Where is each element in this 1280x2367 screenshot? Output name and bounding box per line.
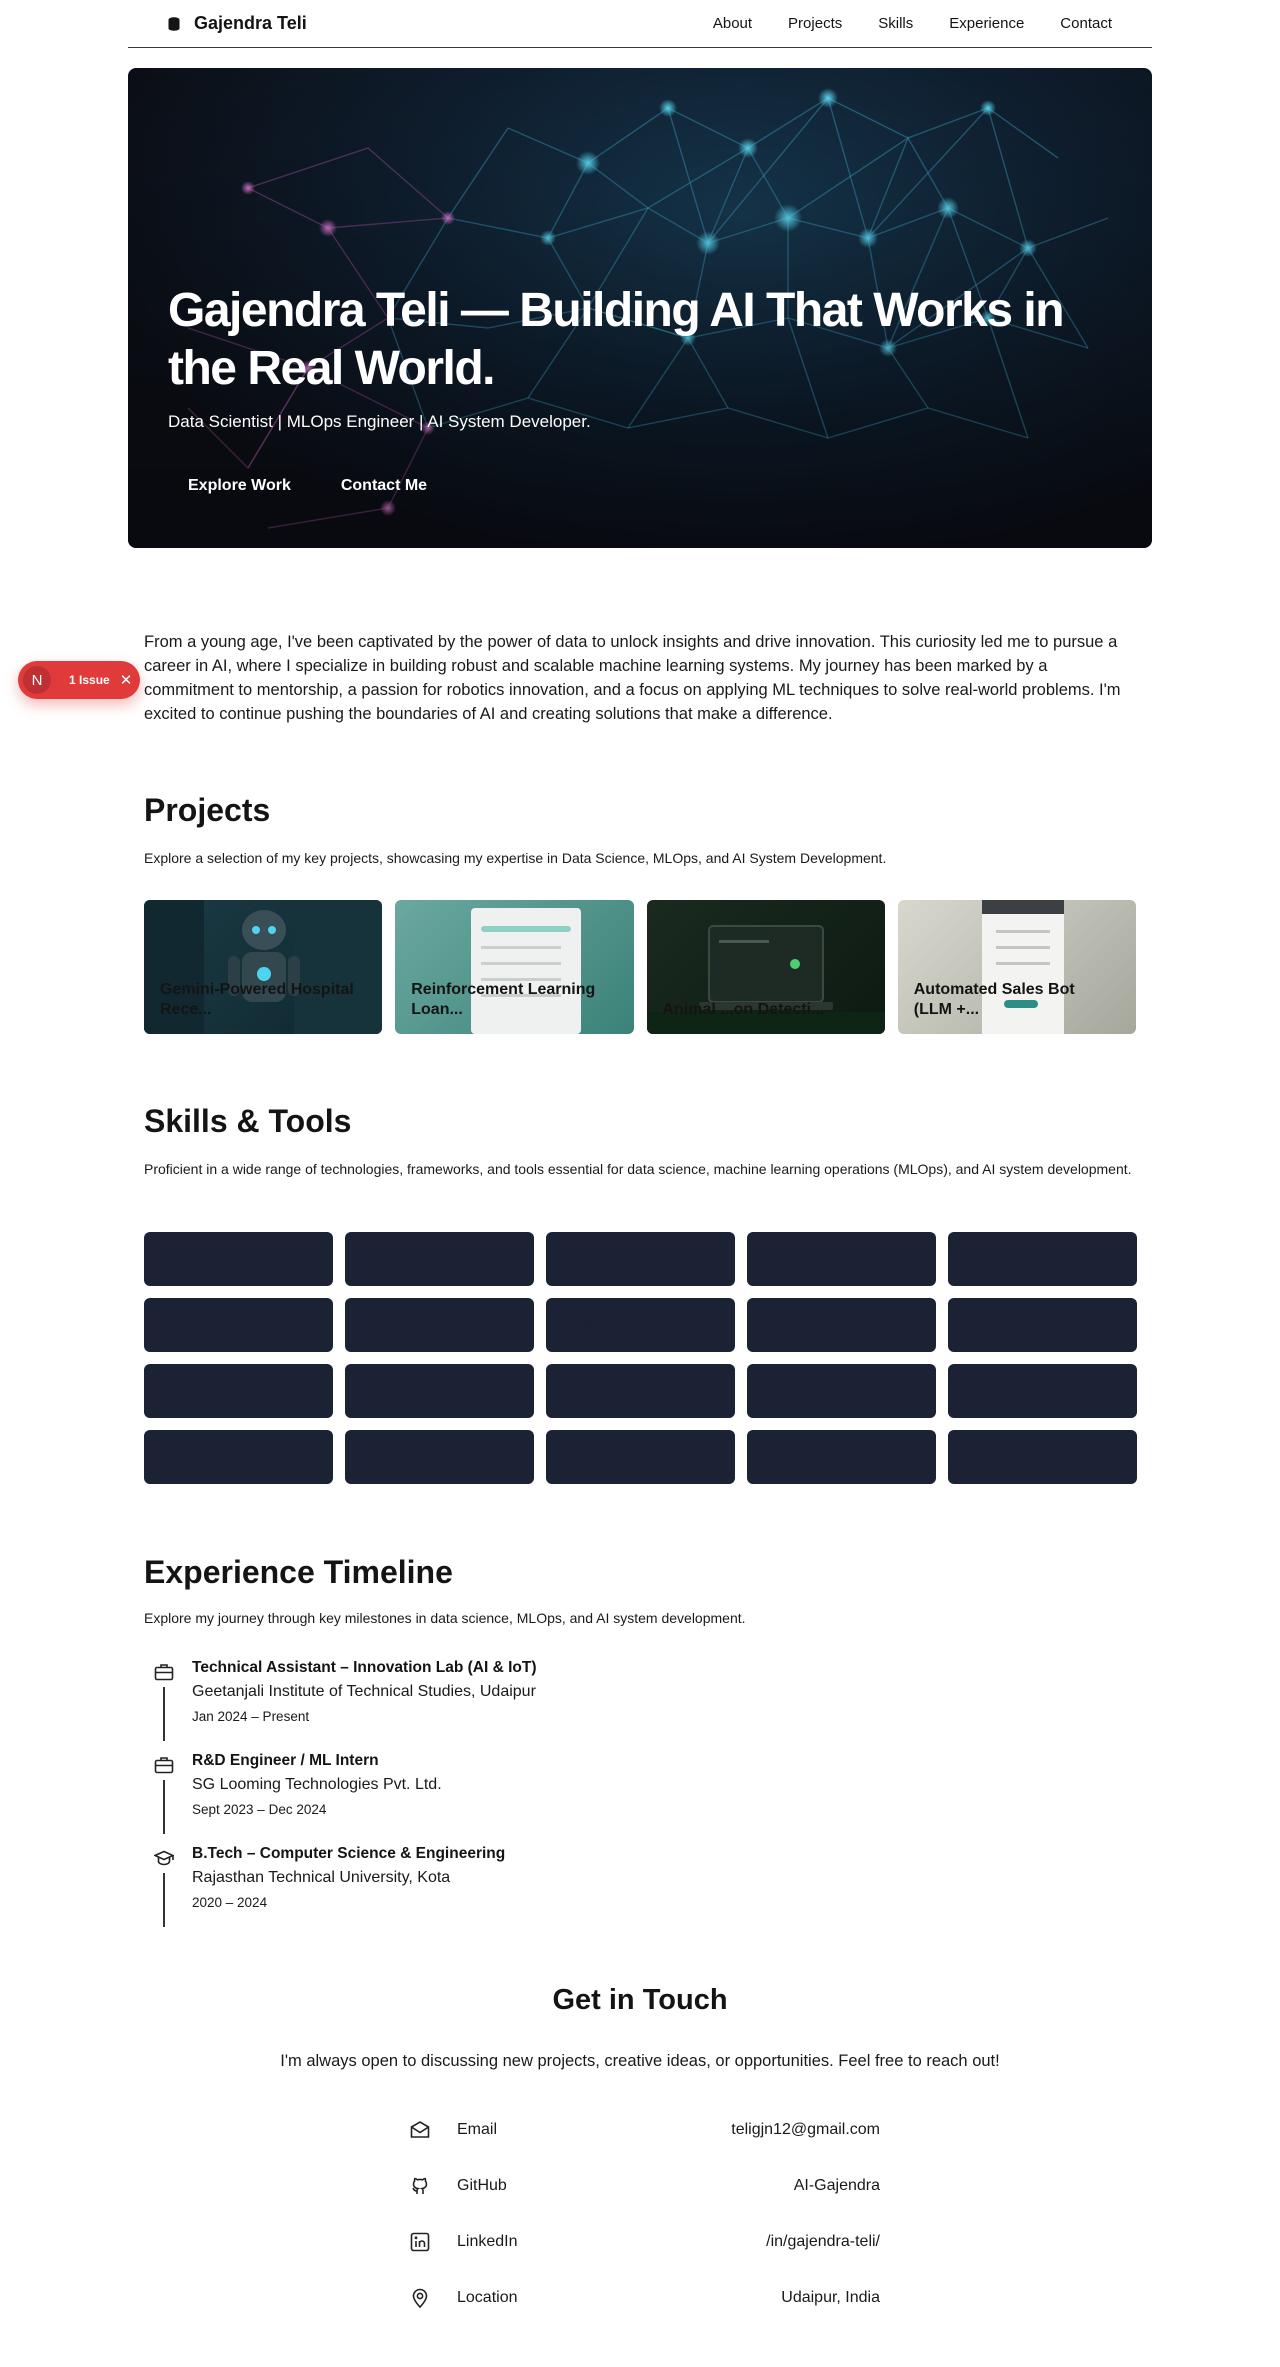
skill-chip: Slack [546, 1430, 735, 1484]
skill-chip: TensorFlow [747, 1232, 936, 1286]
briefcase-icon [154, 1664, 174, 1681]
nav-experience[interactable]: Experience [949, 15, 1024, 32]
timeline-role: B.Tech – Computer Science & Engineering [192, 1845, 506, 1862]
contact-value: Udaipur, India [781, 2289, 880, 2306]
skill-chip: MongoDB [144, 1364, 333, 1418]
timeline-organization: SG Looming Technologies Pvt. Ltd. [192, 1776, 442, 1793]
nav-contact[interactable]: Contact [1060, 15, 1112, 32]
timeline-organization: Rajasthan Technical University, Kota [192, 1869, 451, 1886]
contact-value[interactable]: AI-Gajendra [794, 2177, 880, 2195]
skill-chip: Azure [747, 1364, 936, 1418]
skills-heading: Skills & Tools [144, 1103, 352, 1139]
timeline-organization: Geetanjali Institute of Technical Studie… [192, 1683, 536, 1700]
project-title: Reinforcement Learning Loan... [411, 981, 596, 1018]
skill-chip: AWS [345, 1364, 534, 1418]
map-pin-icon [412, 2288, 428, 2309]
database-icon [168, 16, 180, 31]
nav-about[interactable]: About [713, 15, 752, 32]
project-title: Animal ...on Detecti... [662, 1001, 825, 1018]
skill-chip: FastAPI [747, 1298, 936, 1352]
issue-avatar: N [23, 666, 51, 694]
linkedin-icon [410, 2232, 430, 2252]
contact-row-github[interactable]: GitHub AI-Gajendra [405, 2166, 880, 2206]
timeline-item: B.Tech – Computer Science & Engineering … [144, 1845, 744, 1935]
timeline-role: R&D Engineer / ML Intern [192, 1752, 379, 1769]
timeline-connector [163, 1780, 165, 1834]
skill-chip: PostgreSQL [948, 1298, 1137, 1352]
nav-projects[interactable]: Projects [788, 15, 842, 32]
contact-label: Location [457, 2289, 518, 2306]
brand[interactable]: Gajendra Teli [128, 13, 307, 34]
explore-work-button[interactable]: Explore Work [168, 466, 311, 506]
skill-chip: Jupyter [948, 1430, 1137, 1484]
timeline-connector [163, 1687, 165, 1741]
hero-banner: Gajendra Teli — Building AI That Works i… [128, 68, 1152, 548]
hero-subtitle: Data Scientist | MLOps Engineer | AI Sys… [168, 412, 591, 431]
skill-chip: Docker [546, 1232, 735, 1286]
contact-row-location: Location Udaipur, India [405, 2278, 880, 2318]
projects-heading: Projects [144, 792, 271, 828]
contact-label: Email [457, 2121, 498, 2138]
contact-value[interactable]: teligjn12@gmail.com [731, 2121, 880, 2139]
timeline-date: Jan 2024 – Present [192, 1709, 310, 1724]
timeline-role: Technical Assistant – Innovation Lab (AI… [192, 1659, 537, 1676]
main-nav: About Projects Skills Experience Contact [713, 15, 1152, 32]
skill-chip: VS Code [747, 1430, 936, 1484]
timeline-connector [163, 1873, 165, 1927]
skill-chip: Python [144, 1232, 333, 1286]
contact-label: GitHub [457, 2177, 507, 2194]
graduation-cap-icon [154, 1850, 174, 1866]
github-icon [412, 2177, 428, 2194]
skill-chip: MLflow [546, 1298, 735, 1352]
nav-skills[interactable]: Skills [878, 15, 913, 32]
skill-chip: Git [948, 1364, 1137, 1418]
site-header: Gajendra Teli About Projects Skills Expe… [128, 0, 1152, 48]
skill-chip: n8n [948, 1232, 1137, 1286]
skill-chip: Jira [144, 1430, 333, 1484]
issue-badge[interactable]: N 1 Issue ✕ [18, 661, 140, 699]
hero-actions: Explore Work Contact Me [168, 466, 447, 506]
project-card[interactable]: Gemini-Powered Hospital Rece... [144, 900, 383, 1034]
projects-description: Explore a selection of my key projects, … [144, 850, 887, 866]
issue-count: 1 Issue [69, 673, 110, 687]
project-card[interactable]: Animal ...on Detecti... [646, 900, 885, 1034]
contact-me-button[interactable]: Contact Me [321, 466, 447, 506]
skill-chip: GCP [546, 1364, 735, 1418]
contact-subtitle: I'm always open to discussing new projec… [280, 2052, 1000, 2070]
skill-chip: Airflow [345, 1298, 534, 1352]
contact-row-linkedin[interactable]: LinkedIn /in/gajendra-teli/ [405, 2222, 880, 2262]
hero-title: Gajendra Teli — Building AI That Works i… [168, 284, 1065, 395]
skills-description: Proficient in a wide range of technologi… [144, 1161, 1132, 1177]
project-card[interactable]: Reinforcement Learning Loan... [395, 900, 634, 1034]
close-icon[interactable]: ✕ [120, 671, 133, 689]
skill-chip: PyTorch [345, 1232, 534, 1286]
contact-label: LinkedIn [457, 2233, 518, 2250]
about-text: From a young age, I've been captivated b… [144, 633, 1121, 723]
project-title: Automated Sales Bot (LLM +... [913, 981, 1075, 1018]
skill-chip: Confluence [345, 1430, 534, 1484]
envelope-icon [410, 2121, 430, 2138]
timeline-date: 2020 – 2024 [192, 1895, 268, 1910]
project-title: Gemini-Powered Hospital Rece... [160, 981, 354, 1018]
timeline-date: Sept 2023 – Dec 2024 [192, 1802, 327, 1817]
skills-grid: Python PyTorch Docker TensorFlow n8n Kub… [144, 1232, 1137, 1484]
contact-value[interactable]: /in/gajendra-teli/ [766, 2233, 880, 2251]
experience-description: Explore my journey through key milestone… [144, 1610, 746, 1626]
projects-grid: Gemini-Powered Hospital Rece... Reinforc… [144, 900, 1136, 1034]
skill-chip: Kubernetes [144, 1298, 333, 1352]
contact-row-email[interactable]: Email teligjn12@gmail.com [405, 2110, 880, 2150]
timeline-item: R&D Engineer / ML Intern SG Looming Tech… [144, 1752, 744, 1842]
brand-name: Gajendra Teli [194, 13, 307, 33]
briefcase-icon [154, 1757, 174, 1774]
timeline-item: Technical Assistant – Innovation Lab (AI… [144, 1659, 744, 1749]
project-card[interactable]: Automated Sales Bot (LLM +... [897, 900, 1136, 1034]
experience-heading: Experience Timeline [144, 1554, 453, 1590]
contact-heading: Get in Touch [552, 1984, 728, 2016]
